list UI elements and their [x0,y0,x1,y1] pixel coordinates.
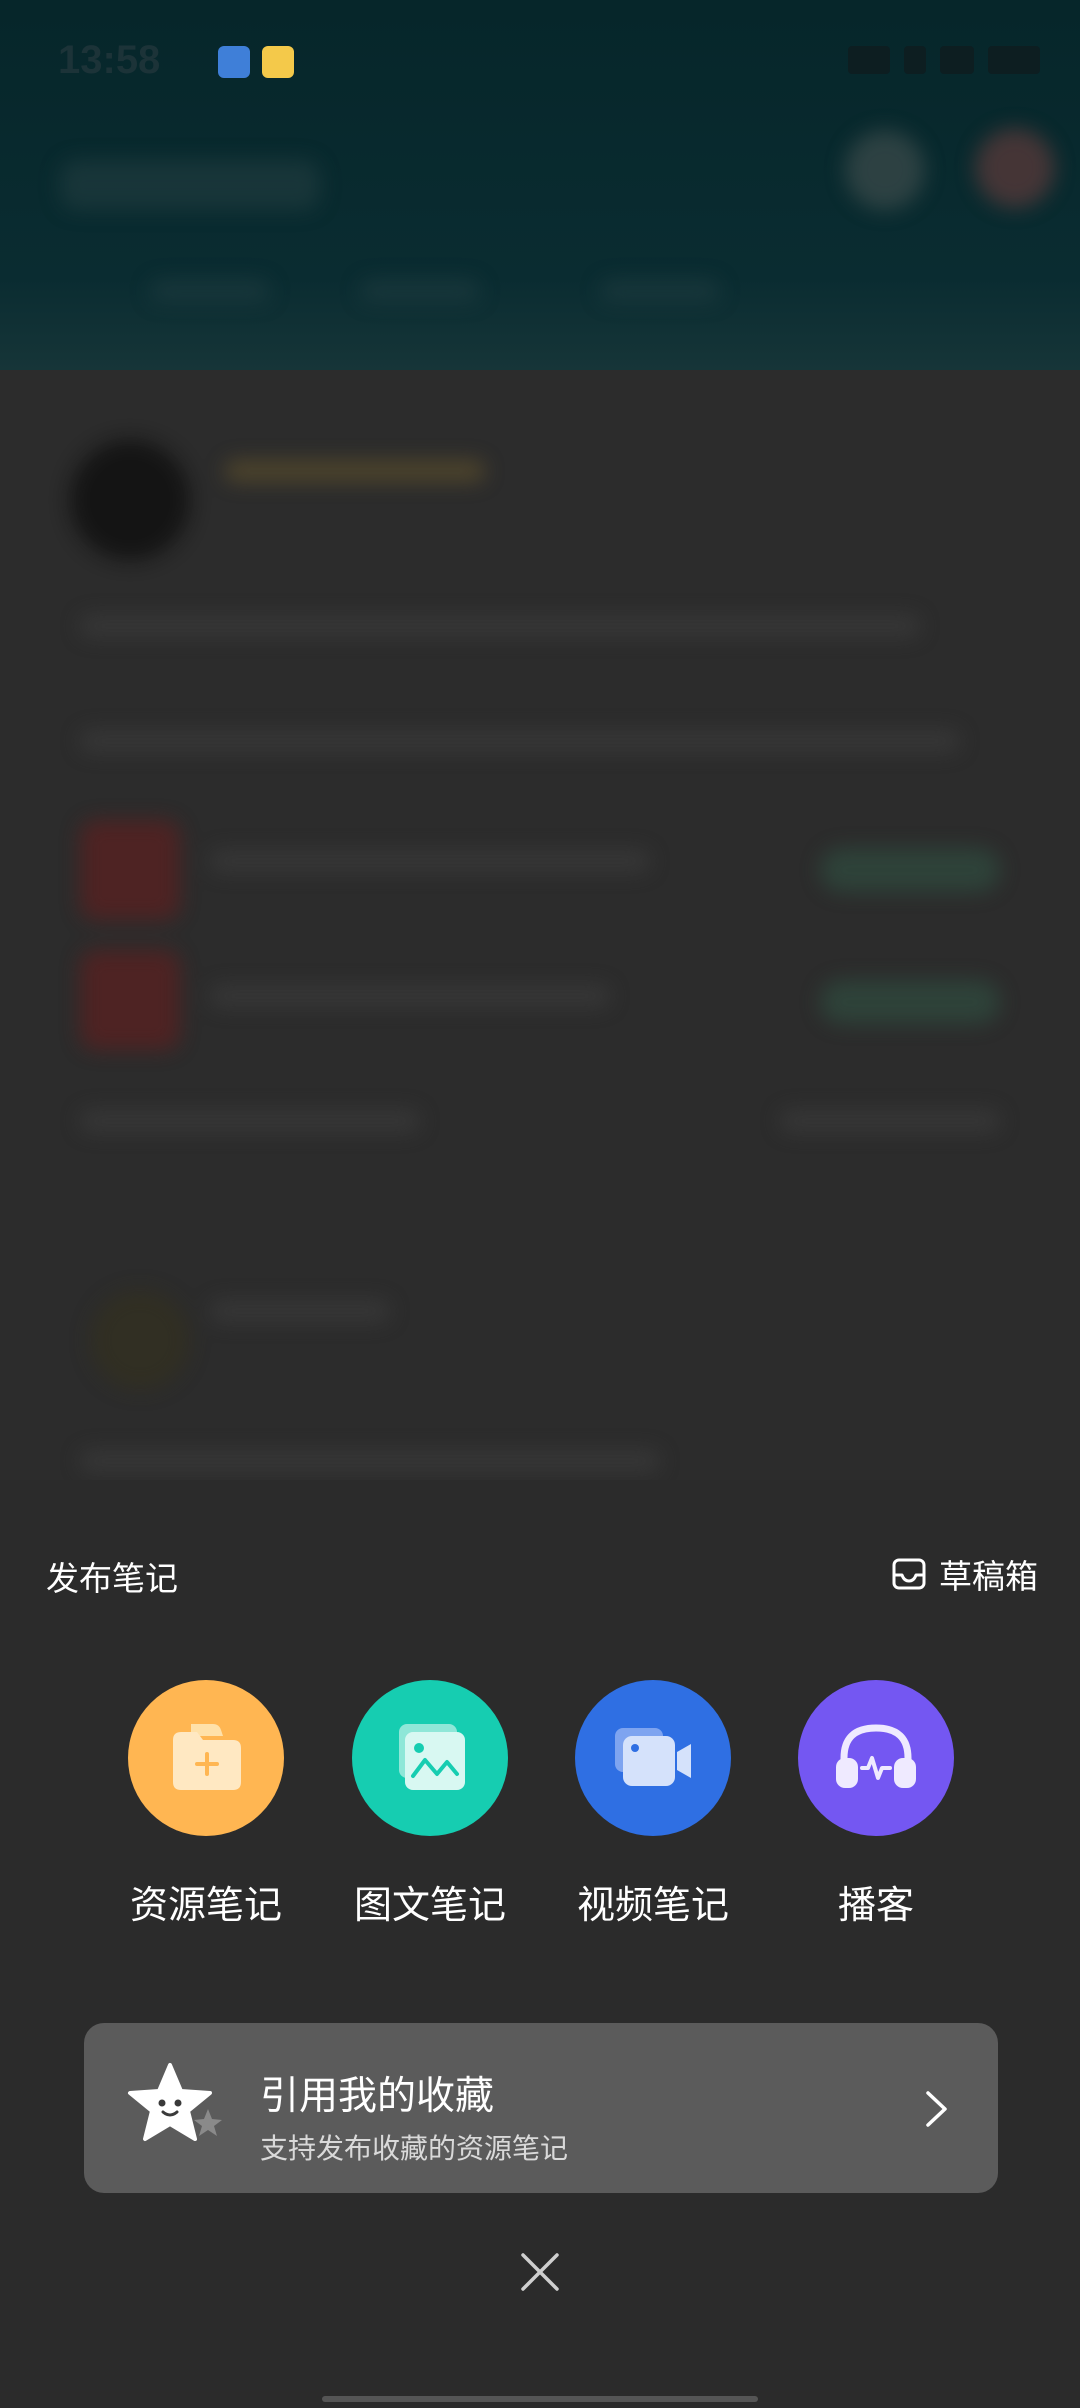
quote-favorites-card[interactable]: 引用我的收藏 支持发布收藏的资源笔记 [84,2023,998,2193]
video-note-label: 视频笔记 [576,1885,729,1927]
chevron-right-icon [926,2091,947,2127]
sheet-title: 发布笔记 [46,1560,178,1597]
image-text-note-label: 图文笔记 [353,1885,506,1927]
publish-note-sheet: 发布笔记 草稿箱 资源笔记 图文笔记 视频笔记 播客 引用我的收藏 支持发布收藏… [0,1510,1080,2408]
image-text-note-circle [352,1680,508,1836]
home-indicator [322,2396,758,2402]
inbox-icon [892,1558,926,1590]
podcast-headphones-icon [836,1724,916,1788]
resource-folder-icon [173,1724,241,1790]
status-time: 13:58 [58,38,161,82]
podcast-button[interactable]: 播客 [776,1680,976,1929]
sim-icon [904,46,926,74]
resource-note-circle [128,1680,284,1836]
wifi-icon [940,46,974,74]
close-icon[interactable] [510,2242,570,2302]
status-indicators [848,46,1040,74]
favorites-subtitle: 支持发布收藏的资源笔记 [260,2133,569,2164]
background-app: 13:58 [0,0,1080,1480]
notification-app-icon [218,46,250,78]
publish-actions: 资源笔记 图文笔记 视频笔记 播客 [0,1680,1080,1930]
smiling-star-icon [128,2063,222,2141]
notification-note-icon [262,46,294,78]
video-note-button[interactable]: 视频笔记 [553,1680,753,1929]
drafts-label: 草稿箱 [939,1558,1038,1595]
image-text-note-button[interactable]: 图文笔记 [330,1680,530,1929]
signal-icon [848,46,890,74]
resource-note-button[interactable]: 资源笔记 [106,1680,306,1929]
battery-icon [988,46,1040,74]
video-note-circle [575,1680,731,1836]
resource-note-label: 资源笔记 [129,1885,282,1927]
image-text-icon [399,1724,465,1790]
drafts-button[interactable]: 草稿箱 [891,1550,1038,1598]
status-bar: 13:58 [0,0,1080,120]
favorites-title: 引用我的收藏 [260,2075,495,2118]
podcast-circle [798,1680,954,1836]
video-camera-icon [615,1728,691,1786]
podcast-label: 播客 [837,1885,914,1927]
